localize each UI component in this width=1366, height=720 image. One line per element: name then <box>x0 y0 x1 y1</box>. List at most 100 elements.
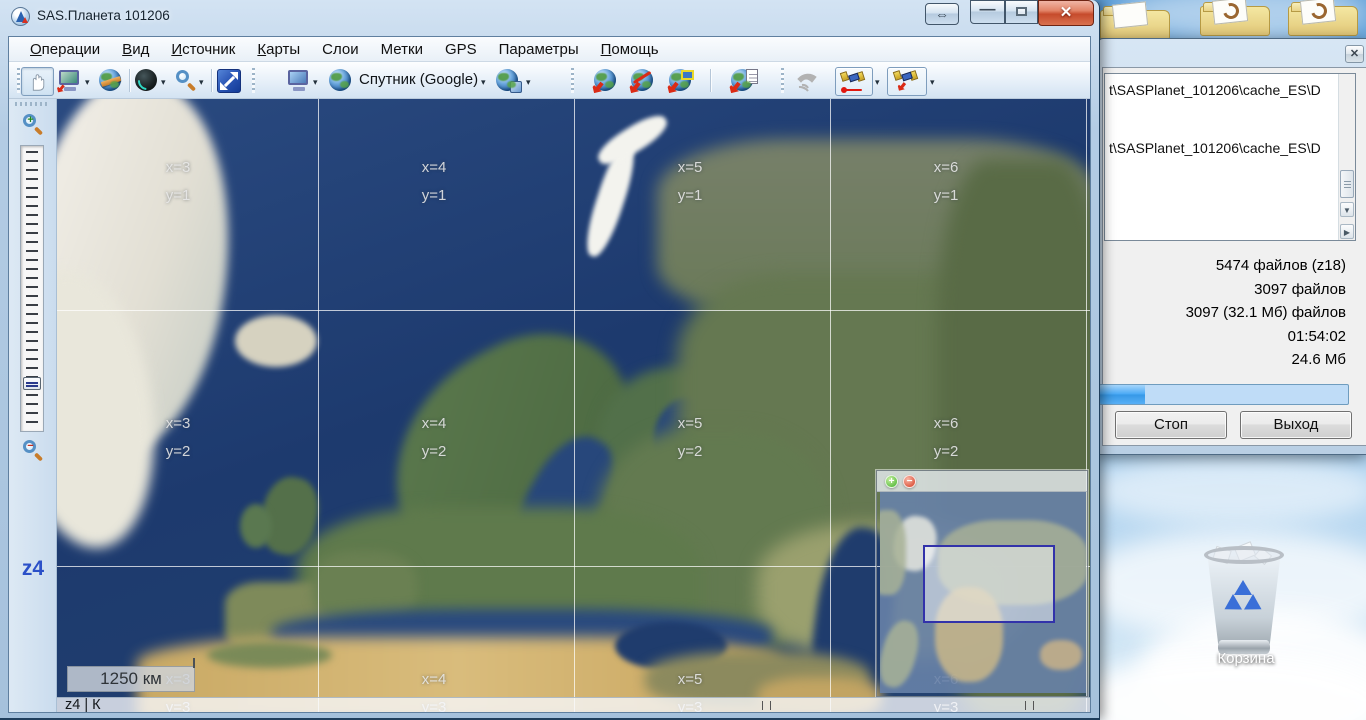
dropdown-arrow-icon[interactable]: ▾ <box>930 77 935 88</box>
slider-tick <box>26 322 38 324</box>
satellite-download-icon <box>894 70 920 90</box>
download-tiles-button[interactable] <box>594 69 618 93</box>
map-source-label[interactable]: Спутник (Google) <box>359 71 478 88</box>
zoom-out-button[interactable]: − <box>22 439 44 461</box>
slider-tick <box>26 169 38 171</box>
zoom-slider[interactable] <box>20 145 44 432</box>
menu-item[interactable]: Источник <box>160 39 246 60</box>
menu-item[interactable]: Карты <box>246 39 311 60</box>
delete-tiles-button[interactable] <box>631 69 655 93</box>
slider-tick <box>26 259 38 261</box>
map-source-globe-button[interactable] <box>329 69 353 93</box>
slider-tick <box>26 286 38 288</box>
folder-icon[interactable] <box>1100 10 1170 40</box>
resize-arrow-button[interactable]: ⇔ <box>925 3 959 25</box>
minimap-viewport-rect[interactable] <box>923 545 1055 623</box>
menu-item[interactable]: Операции <box>19 39 111 60</box>
grid-line <box>574 99 575 712</box>
minimap-panel[interactable]: + − <box>876 470 1088 697</box>
gps-follow-button[interactable] <box>887 67 927 96</box>
folder-icon[interactable] <box>1200 6 1270 36</box>
menu-item[interactable]: Метки <box>370 39 434 60</box>
download-stats: 5474 файлов (z18)3097 файлов3097 (32.1 М… <box>1111 254 1346 372</box>
scrollbar-thumb[interactable] <box>1340 170 1354 198</box>
dropdown-arrow-icon[interactable]: ▾ <box>526 77 531 88</box>
slider-tick <box>26 340 38 342</box>
exit-button[interactable]: Выход <box>1240 411 1352 439</box>
minimap-zoom-in-button[interactable]: + <box>885 475 898 488</box>
maximize-button[interactable] <box>1005 0 1038 24</box>
dialog-close-button[interactable]: ✕ <box>1345 45 1364 63</box>
zoom-in-button[interactable]: + <box>22 113 44 135</box>
menu-item[interactable]: Помощь <box>590 39 670 60</box>
vertical-scrollbar[interactable]: ▼ <box>1338 74 1355 240</box>
scroll-right-button[interactable]: ▶ <box>1340 224 1354 239</box>
menu-item[interactable]: GPS <box>434 39 488 60</box>
toolbar-grip[interactable] <box>571 68 574 93</box>
slider-tick <box>26 250 38 252</box>
menu-item[interactable]: Вид <box>111 39 160 60</box>
zoom-slider-thumb[interactable] <box>23 377 41 390</box>
status-bar: z4 | К <box>57 697 1090 712</box>
stop-button[interactable]: Стоп <box>1115 411 1227 439</box>
slider-tick <box>26 304 38 306</box>
dropdown-arrow-icon[interactable]: ▾ <box>85 77 90 88</box>
monitor-icon <box>287 69 311 91</box>
slider-tick <box>26 196 38 198</box>
scroll-down-button[interactable]: ▼ <box>1340 202 1354 217</box>
slider-tick <box>26 331 38 333</box>
download-path: t\SASPlanet_101206\cache_ES\D <box>1109 140 1334 156</box>
slider-tick <box>26 277 38 279</box>
dropdown-arrow-icon[interactable]: ▾ <box>313 77 318 88</box>
display-settings-button[interactable] <box>287 69 311 93</box>
hand-icon <box>26 71 48 93</box>
dialog-client-area: t\SASPlanet_101206\cache_ES\Dt\SASPlanet… <box>1102 67 1366 446</box>
dropdown-arrow-icon[interactable]: ▾ <box>199 77 204 88</box>
minimap-header: + − <box>877 471 1087 492</box>
gps-button-disabled <box>795 69 819 93</box>
toolbar-grip[interactable] <box>781 68 784 93</box>
layers-globe-button[interactable] <box>496 69 520 93</box>
close-button[interactable]: ✕ <box>1038 0 1094 26</box>
recycle-bin-icon[interactable]: Корзина <box>1196 540 1296 675</box>
minimap-world-map[interactable] <box>880 492 1086 693</box>
tile-coordinate-label: x=6y=1 <box>934 154 959 210</box>
grid-line <box>830 99 831 712</box>
sidebar-grip[interactable] <box>15 102 50 106</box>
toolbar-grip[interactable] <box>252 68 255 93</box>
slider-tick <box>26 268 38 270</box>
pan-tool-button[interactable] <box>21 67 54 96</box>
download-path-listbox[interactable]: t\SASPlanet_101206\cache_ES\Dt\SASPlanet… <box>1104 73 1356 241</box>
tile-coordinate-label: x=4y=2 <box>422 410 447 466</box>
menubar: ОперацииВидИсточникКартыСлоиМеткиGPSПара… <box>9 37 1090 62</box>
gps-antenna-icon <box>795 69 819 93</box>
minimize-button[interactable]: — <box>970 0 1005 24</box>
dark-globe-icon <box>135 69 157 91</box>
menu-item[interactable]: Параметры <box>488 39 590 60</box>
minimap-zoom-out-button[interactable]: − <box>903 475 916 488</box>
fill-map-button[interactable] <box>135 69 159 93</box>
toolbar-grip[interactable] <box>17 68 20 93</box>
zoom-tool-button[interactable] <box>175 69 199 93</box>
download-list-button[interactable] <box>731 69 755 93</box>
export-tiles-button[interactable] <box>669 69 693 93</box>
recycle-symbol-icon <box>1222 580 1266 618</box>
gps-track-button[interactable] <box>835 67 873 96</box>
folder-paper <box>1112 1 1148 28</box>
fullscreen-button[interactable] <box>217 69 241 93</box>
tile-coordinate-label: x=3y=2 <box>166 410 191 466</box>
tile-coordinate-label: x=6y=2 <box>934 410 959 466</box>
titlebar[interactable]: SAS.Планета 101206 ⇔ — ✕ <box>0 0 1099 32</box>
dropdown-arrow-icon[interactable]: ▾ <box>161 77 166 88</box>
selection-manager-button[interactable] <box>58 69 82 93</box>
folder-icon[interactable] <box>1288 6 1358 36</box>
distance-measure-button[interactable] <box>99 69 123 93</box>
globe-list-icon <box>731 69 753 91</box>
app-icon <box>11 7 30 26</box>
menu-item[interactable]: Слои <box>311 39 369 60</box>
recycle-bin-label: Корзина <box>1176 650 1316 667</box>
dropdown-arrow-icon[interactable]: ▾ <box>481 77 486 88</box>
dropdown-arrow-icon[interactable]: ▾ <box>875 77 880 88</box>
selection-manager-icon <box>58 69 82 91</box>
map-view[interactable]: x=3y=1x=4y=1x=5y=1x=6y=1x=3y=2x=4y=2x=5y… <box>57 99 1090 712</box>
